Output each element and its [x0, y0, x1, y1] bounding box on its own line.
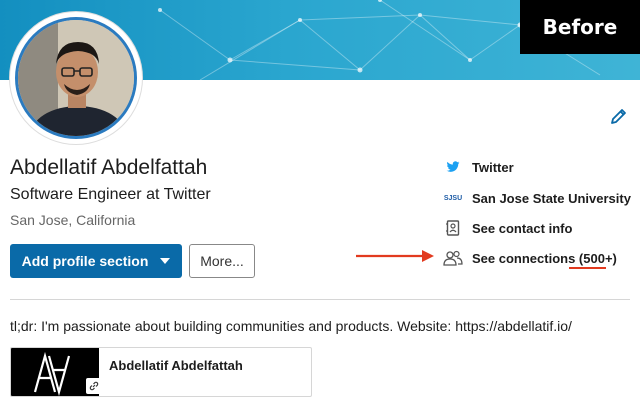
- featured-title: Abdellatif Abdelfattah: [109, 358, 243, 373]
- aa-logo-thumbnail: [11, 348, 102, 396]
- contact-info-link[interactable]: See contact info: [442, 216, 572, 240]
- connections-label: See connections (500+): [472, 250, 617, 266]
- profile-photo[interactable]: [10, 12, 142, 144]
- about-summary: tl;dr: I'm passionate about building com…: [10, 318, 572, 334]
- link-icon: [86, 378, 102, 394]
- avatar: [15, 17, 137, 139]
- edit-profile-icon[interactable]: [609, 106, 629, 126]
- featured-media-card[interactable]: Abdellatif Abdelfattah: [10, 347, 312, 397]
- profile-headline: Software Engineer at Twitter: [10, 186, 211, 203]
- before-label: Before: [520, 0, 640, 54]
- contact-info-label: See contact info: [472, 220, 573, 236]
- twitter-link-label: Twitter: [472, 159, 514, 175]
- add-profile-section-button[interactable]: Add profile section: [10, 244, 182, 278]
- profile-location: San Jose, California: [10, 212, 136, 228]
- person-photo-illustration: [18, 20, 134, 136]
- annotation-underline: [569, 267, 606, 269]
- sjsu-logo: SJSU: [443, 194, 463, 202]
- section-divider: [10, 299, 630, 300]
- university-link-label: San Jose State University: [472, 190, 631, 206]
- contact-card-icon: [442, 220, 464, 236]
- annotation-arrow-icon: [356, 250, 434, 262]
- people-icon: [442, 250, 464, 266]
- university-link[interactable]: SJSU San Jose State University: [442, 186, 631, 210]
- twitter-link[interactable]: Twitter: [442, 155, 514, 179]
- more-button[interactable]: More...: [189, 244, 255, 278]
- profile-name: Abdellatif Abdelfattah: [10, 156, 208, 179]
- caret-down-icon: [160, 258, 171, 264]
- add-profile-section-label: Add profile section: [21, 253, 149, 269]
- twitter-bird-icon: [442, 161, 464, 173]
